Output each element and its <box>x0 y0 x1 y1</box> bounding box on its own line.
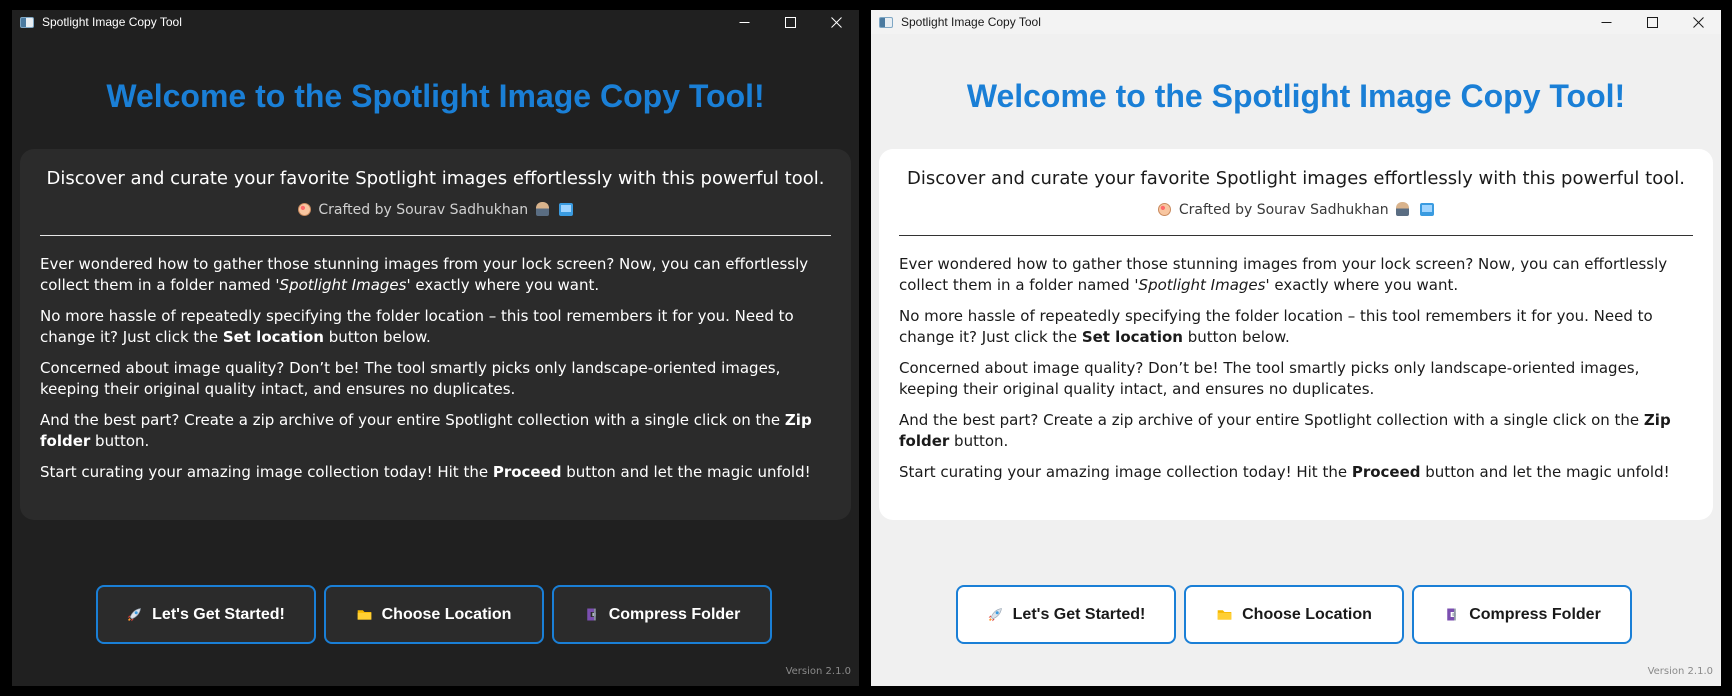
tagline: Discover and curate your favorite Spotli… <box>46 168 825 189</box>
paragraph-quality: Concerned about image quality? Don’t be!… <box>899 359 1640 398</box>
app-icon <box>879 16 893 28</box>
choose-location-button[interactable]: Choose Location <box>323 585 544 644</box>
rocket-icon <box>987 606 1004 623</box>
info-card: Discover and curate your favorite Spotli… <box>20 149 851 520</box>
choose-location-label: Choose Location <box>1242 605 1372 623</box>
maximize-button[interactable] <box>1629 10 1675 34</box>
paragraph-quality: Concerned about image quality? Don’t be!… <box>40 359 781 398</box>
compress-folder-label: Compress Folder <box>1469 605 1601 623</box>
paragraph-zip: And the best part? Create a zip archive … <box>899 411 1671 450</box>
get-started-button[interactable]: Let's Get Started! <box>956 585 1176 644</box>
window-controls <box>1583 10 1721 34</box>
minimize-button[interactable] <box>1583 10 1629 34</box>
divider <box>899 235 1693 236</box>
title-bar: Spotlight Image Copy Tool <box>12 10 859 34</box>
info-card: Discover and curate your favorite Spotli… <box>879 149 1713 520</box>
clamp-icon <box>1443 606 1460 623</box>
credit-line: Crafted by Sourav Sadhukhan <box>899 201 1693 219</box>
choose-location-label: Choose Location <box>381 605 512 623</box>
compress-folder-button[interactable]: Compress Folder <box>1412 585 1632 644</box>
palette-icon <box>297 203 311 216</box>
divider <box>40 235 831 236</box>
dark-theme-window: Spotlight Image Copy Tool Welcome to the… <box>12 10 859 686</box>
computer-icon <box>1419 203 1434 216</box>
maximize-icon <box>1646 16 1658 28</box>
get-started-button[interactable]: Let's Get Started! <box>95 585 316 644</box>
title-bar: Spotlight Image Copy Tool <box>871 10 1721 34</box>
tagline: Discover and curate your favorite Spotli… <box>907 168 1685 189</box>
paragraph-location: No more hassle of repeatedly specifying … <box>899 307 1653 346</box>
close-button[interactable] <box>1675 10 1721 34</box>
technologist-icon <box>535 202 549 216</box>
close-icon <box>830 16 842 28</box>
version-label: Version 2.1.0 <box>785 666 851 677</box>
compress-folder-label: Compress Folder <box>608 605 741 623</box>
version-label: Version 2.1.0 <box>1647 666 1713 677</box>
paragraph-location: No more hassle of repeatedly specifying … <box>40 307 794 346</box>
maximize-button[interactable] <box>767 10 813 34</box>
folder-icon <box>1216 606 1233 623</box>
minimize-icon <box>1601 21 1611 23</box>
credit-text: Crafted by Sourav Sadhukhan <box>318 202 529 218</box>
window-title: Spotlight Image Copy Tool <box>901 15 1041 29</box>
computer-icon <box>559 203 574 216</box>
window-title: Spotlight Image Copy Tool <box>42 15 182 29</box>
folder-icon <box>356 606 373 623</box>
welcome-heading: Welcome to the Spotlight Image Copy Tool… <box>106 78 765 114</box>
get-started-label: Let's Get Started! <box>152 605 285 623</box>
credit-line: Crafted by Sourav Sadhukhan <box>40 201 831 219</box>
light-theme-window: Spotlight Image Copy Tool Welcome to the… <box>871 10 1721 686</box>
choose-location-button[interactable]: Choose Location <box>1184 585 1404 644</box>
action-buttons: Let's Get Started! Choose Location Compr… <box>871 585 1719 644</box>
window-controls <box>721 10 859 34</box>
compress-folder-button[interactable]: Compress Folder <box>551 585 772 644</box>
paragraph-proceed: Start curating your amazing image collec… <box>40 463 811 481</box>
maximize-icon <box>784 16 796 28</box>
action-buttons: Let's Get Started! Choose Location Compr… <box>12 585 857 644</box>
paragraph-proceed: Start curating your amazing image collec… <box>899 463 1670 481</box>
close-button[interactable] <box>813 10 859 34</box>
app-icon <box>20 16 34 28</box>
minimize-button[interactable] <box>721 10 767 34</box>
welcome-heading: Welcome to the Spotlight Image Copy Tool… <box>966 78 1626 114</box>
credit-text: Crafted by Sourav Sadhukhan <box>1178 202 1389 218</box>
palette-icon <box>1158 203 1172 216</box>
clamp-icon <box>583 606 600 623</box>
close-icon <box>1692 16 1704 28</box>
minimize-icon <box>739 21 749 23</box>
technologist-icon <box>1396 202 1410 216</box>
paragraph-collect: Ever wondered how to gather those stunni… <box>40 255 809 294</box>
rocket-icon <box>126 606 143 623</box>
get-started-label: Let's Get Started! <box>1012 605 1146 623</box>
paragraph-zip: And the best part? Create a zip archive … <box>40 411 812 450</box>
paragraph-collect: Ever wondered how to gather those stunni… <box>899 255 1668 294</box>
